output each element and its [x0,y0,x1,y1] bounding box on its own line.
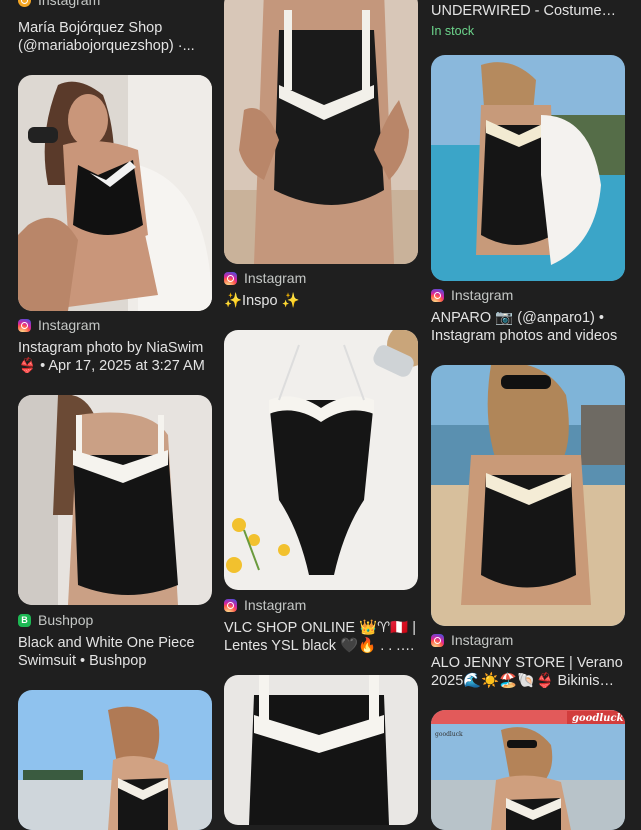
result-source-label: Instagram [38,317,101,333]
result-source[interactable]: Instagram [431,286,513,304]
result-thumbnail[interactable] [18,395,212,605]
result-source[interactable]: Instagram [431,631,513,649]
instagram-icon [18,318,31,332]
result-title[interactable]: María Bojórquez Shop (@mariabojorquezsho… [18,19,212,55]
result-title[interactable]: ALO JENNY STORE | Verano 2025🌊☀️🏖️🐚👙 Bik… [431,654,625,690]
goodluck-watermark: goodluck [435,731,463,738]
swimsuit-photo [18,395,212,605]
result-source-label: Instagram [244,270,307,286]
result-thumbnail[interactable] [224,675,418,825]
result-thumbnail[interactable] [431,365,625,626]
instagram-icon [224,598,237,612]
result-title[interactable]: ✨Inspo ✨ [224,292,418,310]
result-source[interactable]: Instagram [224,596,306,614]
result-title[interactable]: Instagram photo by NiaSwim 👙 • Apr 17, 2… [18,339,212,375]
swimsuit-photo [431,365,625,626]
result-title[interactable]: Black and White One Piece Swimsuit • Bus… [18,634,212,670]
result-thumbnail[interactable] [431,55,625,281]
instagram-icon [18,0,31,7]
result-thumbnail[interactable] [18,690,212,830]
result-thumbnail[interactable] [224,0,418,264]
swimsuit-photo: goodluck goodluck [431,710,625,830]
result-thumbnail[interactable] [18,75,212,311]
result-source-label: Bushpop [38,612,94,628]
instagram-icon [431,288,444,302]
swimsuit-photo [224,675,418,825]
result-thumbnail[interactable]: goodluck goodluck [431,710,625,830]
swimsuit-photo [224,0,418,264]
result-title[interactable]: UNDERWIRED - Costume da... [431,2,625,20]
result-source-label: Instagram [451,287,514,303]
result-source-label: Instagram [38,0,101,8]
stock-status: In stock [431,24,475,38]
instagram-icon [224,271,237,285]
goodluck-badge: goodluck [572,713,623,724]
result-title[interactable]: ANPARO 📷 (@anparo1) • Instagram photos a… [431,309,625,345]
result-title[interactable]: VLC SHOP ONLINE 👑♈🇵🇪 | Lentes YSL black … [224,619,418,655]
result-source[interactable]: Instagram [18,0,100,9]
result-source[interactable]: Instagram [224,269,306,287]
result-thumbnail[interactable] [224,330,418,590]
result-source-label: Instagram [244,597,307,613]
bushpop-icon: B [18,613,31,627]
swimsuit-photo [431,55,625,281]
result-source-label: Instagram [451,632,514,648]
instagram-icon [431,633,444,647]
swimsuit-photo [18,75,212,311]
result-source[interactable]: Instagram [18,316,100,334]
swimsuit-photo [224,330,418,590]
swimsuit-photo [18,690,212,830]
result-source[interactable]: B Bushpop [18,611,93,629]
